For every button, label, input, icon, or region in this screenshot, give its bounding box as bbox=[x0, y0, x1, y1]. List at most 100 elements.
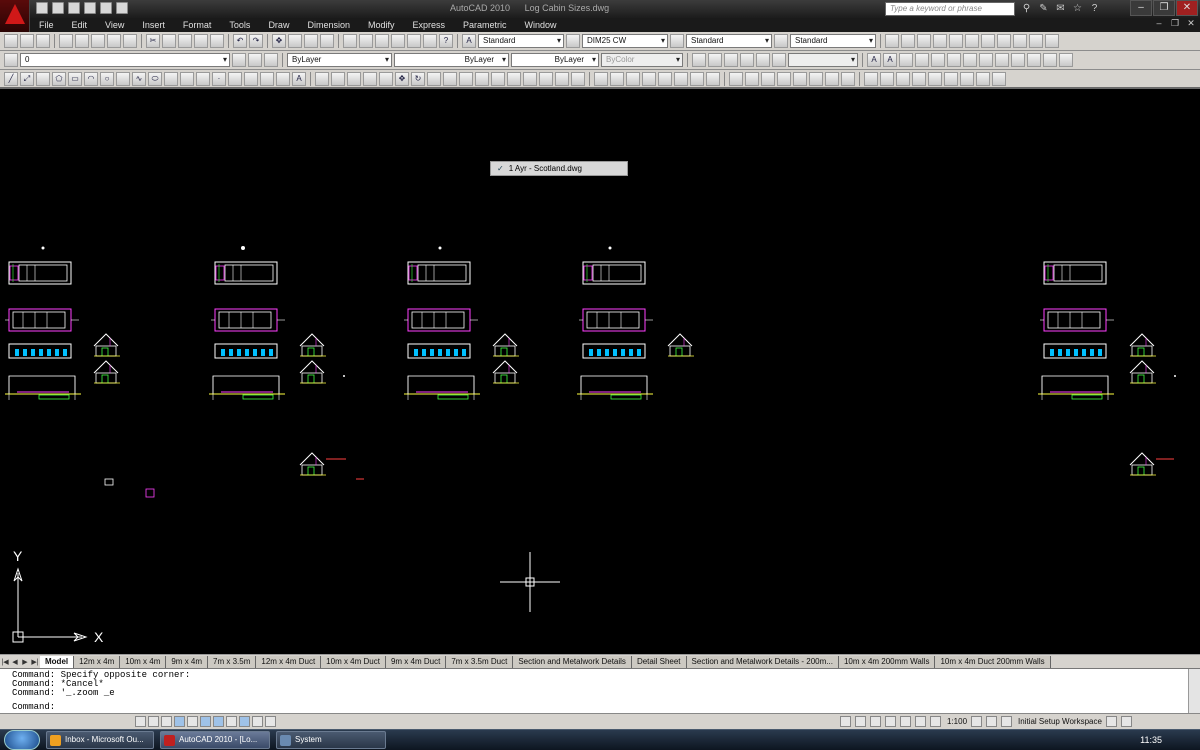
explode-icon[interactable] bbox=[571, 71, 585, 86]
mirror-icon[interactable] bbox=[347, 71, 361, 86]
object-snap-icon[interactable] bbox=[187, 716, 198, 727]
3d-object-snap-icon[interactable] bbox=[200, 716, 211, 727]
command-prompt[interactable]: Command: bbox=[12, 703, 55, 712]
dimension-tool-icon[interactable] bbox=[864, 71, 878, 86]
taskbar-item[interactable]: System bbox=[276, 731, 386, 749]
sheet-set-icon[interactable] bbox=[123, 34, 137, 48]
layer-tool-icon[interactable] bbox=[793, 71, 807, 86]
plot-icon[interactable] bbox=[59, 34, 73, 48]
table-style-icon[interactable] bbox=[670, 34, 684, 48]
modify-tool-icon[interactable] bbox=[706, 71, 720, 86]
table-style-dropdown[interactable]: Standard bbox=[686, 34, 772, 48]
leader-tool-icon[interactable] bbox=[981, 34, 995, 48]
mleader-icon[interactable] bbox=[885, 34, 899, 48]
mtext-icon[interactable]: A bbox=[292, 71, 306, 86]
offset-icon[interactable] bbox=[363, 71, 377, 86]
clean-screen-icon[interactable] bbox=[1120, 716, 1132, 727]
viewport-scale-dropdown[interactable] bbox=[788, 53, 858, 67]
viewport-icon[interactable] bbox=[724, 53, 738, 67]
tool-palettes-icon[interactable] bbox=[375, 34, 389, 48]
layer-tool-icon[interactable] bbox=[841, 71, 855, 86]
tab-layout[interactable]: Detail Sheet bbox=[631, 656, 687, 668]
open-icon[interactable] bbox=[20, 34, 34, 48]
ellipse-icon[interactable]: ⬭ bbox=[148, 71, 162, 86]
align-leaders-icon[interactable] bbox=[933, 34, 947, 48]
viewport-icon[interactable] bbox=[740, 53, 754, 67]
collect-leaders-icon[interactable] bbox=[949, 34, 963, 48]
color-dropdown[interactable]: ByLayer bbox=[287, 53, 392, 67]
text-tool-icon[interactable] bbox=[947, 53, 961, 67]
dynamic-input-icon[interactable] bbox=[239, 716, 250, 727]
tab-next-icon[interactable]: ▶ bbox=[20, 657, 30, 668]
dimension-tool-icon[interactable] bbox=[928, 71, 942, 86]
table-icon[interactable] bbox=[276, 71, 290, 86]
annotation-scale[interactable]: 1:100 bbox=[945, 717, 969, 726]
modify-tool-icon[interactable] bbox=[674, 71, 688, 86]
undo-icon[interactable] bbox=[84, 2, 96, 14]
viewport-icon[interactable] bbox=[708, 53, 722, 67]
construction-line-icon[interactable]: ⤢ bbox=[20, 71, 34, 86]
help-search-input[interactable]: Type a keyword or phrase bbox=[885, 2, 1015, 16]
remove-leader-icon[interactable] bbox=[917, 34, 931, 48]
zoom-previous-icon[interactable] bbox=[320, 34, 334, 48]
line-icon[interactable]: ╱ bbox=[4, 71, 18, 86]
doc-minimize-icon[interactable]: – bbox=[1152, 18, 1166, 30]
mleader-style-icon[interactable] bbox=[774, 34, 788, 48]
dimension-tool-icon[interactable] bbox=[880, 71, 894, 86]
menu-file[interactable]: File bbox=[30, 20, 63, 30]
open-icon[interactable] bbox=[52, 2, 64, 14]
zoom-window-icon[interactable] bbox=[304, 34, 318, 48]
tab-layout[interactable]: 9m x 4m bbox=[166, 656, 209, 668]
layer-states-icon[interactable] bbox=[264, 53, 278, 67]
insert-block-icon[interactable] bbox=[180, 71, 194, 86]
paste-icon[interactable] bbox=[178, 34, 192, 48]
favorites-star-icon[interactable]: ☆ bbox=[1071, 2, 1084, 15]
close-icon[interactable]: ✕ bbox=[1176, 0, 1198, 16]
tab-layout[interactable]: 10m x 4m 200mm Walls bbox=[838, 656, 936, 668]
leader-tool-icon[interactable] bbox=[1045, 34, 1059, 48]
dim-style-dropdown[interactable]: DIM25 CW bbox=[582, 34, 668, 48]
lineweight-dropdown[interactable]: ByLayer bbox=[511, 53, 599, 67]
help-icon[interactable]: ? bbox=[1088, 2, 1101, 15]
text-tool-icon[interactable]: A bbox=[883, 53, 897, 67]
grid-display-icon[interactable] bbox=[148, 716, 159, 727]
help-icon[interactable]: ? bbox=[439, 34, 453, 48]
dynamic-ucs-icon[interactable] bbox=[226, 716, 237, 727]
quick-view-icon[interactable] bbox=[870, 716, 881, 727]
move-icon[interactable]: ✥ bbox=[395, 71, 409, 86]
menu-edit[interactable]: Edit bbox=[63, 20, 97, 30]
dimension-tool-icon[interactable] bbox=[960, 71, 974, 86]
layout-icon[interactable] bbox=[855, 716, 866, 727]
menu-window[interactable]: Window bbox=[516, 20, 566, 30]
zoom-icon[interactable] bbox=[900, 716, 911, 727]
extend-icon[interactable] bbox=[475, 71, 489, 86]
text-tool-icon[interactable]: A bbox=[867, 53, 881, 67]
menu-view[interactable]: View bbox=[96, 20, 133, 30]
copy-object-icon[interactable] bbox=[331, 71, 345, 86]
draworder-icon[interactable] bbox=[594, 71, 608, 86]
publish-icon[interactable] bbox=[91, 34, 105, 48]
gradient-icon[interactable] bbox=[244, 71, 258, 86]
point-icon[interactable]: · bbox=[212, 71, 226, 86]
steeringwheel-icon[interactable] bbox=[915, 716, 926, 727]
rotate-icon[interactable]: ↻ bbox=[411, 71, 425, 86]
tab-layout[interactable]: 10m x 4m Duct bbox=[321, 656, 386, 668]
chamfer-icon[interactable] bbox=[539, 71, 553, 86]
layer-previous-icon[interactable] bbox=[248, 53, 262, 67]
trim-icon[interactable] bbox=[459, 71, 473, 86]
application-menu-button[interactable] bbox=[0, 0, 30, 32]
menu-modify[interactable]: Modify bbox=[359, 20, 404, 30]
object-snap-tracking-icon[interactable] bbox=[213, 716, 224, 727]
dimension-tool-icon[interactable] bbox=[992, 71, 1006, 86]
mleader-style-dropdown[interactable]: Standard bbox=[790, 34, 876, 48]
popup-item-label[interactable]: 1 Ayr - Scotland.dwg bbox=[509, 164, 582, 173]
tab-prev-icon[interactable]: ◀ bbox=[10, 657, 20, 668]
menu-format[interactable]: Format bbox=[174, 20, 221, 30]
save-icon[interactable] bbox=[68, 2, 80, 14]
dimension-tool-icon[interactable] bbox=[944, 71, 958, 86]
rectangle-icon[interactable]: ▭ bbox=[68, 71, 82, 86]
text-tool-icon[interactable] bbox=[931, 53, 945, 67]
doc-close-icon[interactable]: ✕ bbox=[1184, 18, 1198, 30]
polyline-icon[interactable] bbox=[36, 71, 50, 86]
break-at-point-icon[interactable] bbox=[491, 71, 505, 86]
